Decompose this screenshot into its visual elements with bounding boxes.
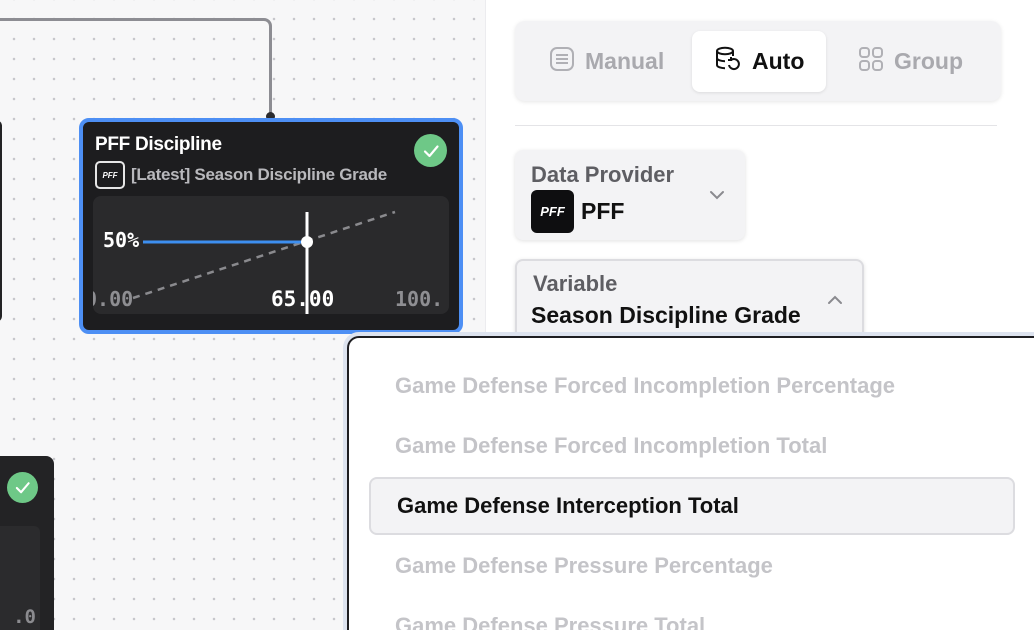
variable-dropdown-menu: Game Defense Forced Incompletion Percent… [347, 336, 1034, 630]
tab-group-label: Group [894, 48, 963, 74]
edge-connector[interactable] [0, 18, 272, 118]
threshold-graph[interactable]: 50% 0.00 65.00 100. [93, 196, 449, 314]
variable-value: Season Discipline Grade [531, 302, 801, 328]
section-divider [515, 125, 997, 126]
x-threshold-label: 65.00 [271, 287, 335, 311]
tab-auto[interactable]: Auto [692, 31, 827, 92]
x-min-label: 0.00 [93, 287, 134, 311]
node-variable-line: PFF [Latest] Season Discipline Grade [95, 161, 387, 189]
check-icon [414, 134, 447, 167]
tab-auto-label: Auto [752, 48, 805, 74]
tab-group[interactable]: Group [858, 31, 963, 92]
sliders-icon [549, 46, 575, 78]
check-icon [7, 472, 38, 503]
x-max-label: 100. [395, 287, 444, 311]
mode-segmented-control: Manual Auto Group [515, 21, 1001, 101]
pff-discipline-node[interactable]: PFF Discipline PFF [Latest] Season Disci… [79, 118, 463, 334]
data-provider-label: Data Provider [531, 162, 675, 187]
threshold-handle [301, 236, 313, 248]
pff-logo-icon: PFF [95, 161, 125, 189]
chevron-up-icon [827, 293, 843, 311]
offscreen-node[interactable] [0, 120, 2, 322]
dropdown-option[interactable]: Game Defense Forced Incompletion Percent… [369, 357, 1015, 415]
tab-manual-label: Manual [585, 48, 665, 74]
node-variable-label: [Latest] Season Discipline Grade [131, 165, 387, 184]
tab-manual[interactable]: Manual [549, 31, 664, 92]
pff-logo-icon: PFF [531, 190, 574, 233]
dropdown-option-highlighted[interactable]: Game Defense Interception Total [369, 477, 1015, 535]
secondary-node-tick: .0 [13, 606, 36, 628]
database-refresh-icon [714, 45, 742, 79]
chevron-down-icon [709, 188, 725, 206]
y-axis-label: 50% [103, 228, 140, 252]
data-provider-value: PFF [581, 198, 625, 224]
data-provider-select[interactable]: Data Provider PFF PFF [515, 150, 745, 240]
variable-label: Variable [533, 271, 618, 296]
node-title: PFF Discipline [95, 134, 222, 155]
dropdown-option[interactable]: Game Defense Pressure Total [369, 597, 1015, 630]
dropdown-option[interactable]: Game Defense Forced Incompletion Total [369, 417, 1015, 475]
dropdown-option[interactable]: Game Defense Pressure Percentage [369, 537, 1015, 595]
trend-line [132, 210, 396, 300]
variable-select[interactable]: Variable Season Discipline Grade [515, 259, 864, 339]
grid-icon [858, 46, 884, 78]
